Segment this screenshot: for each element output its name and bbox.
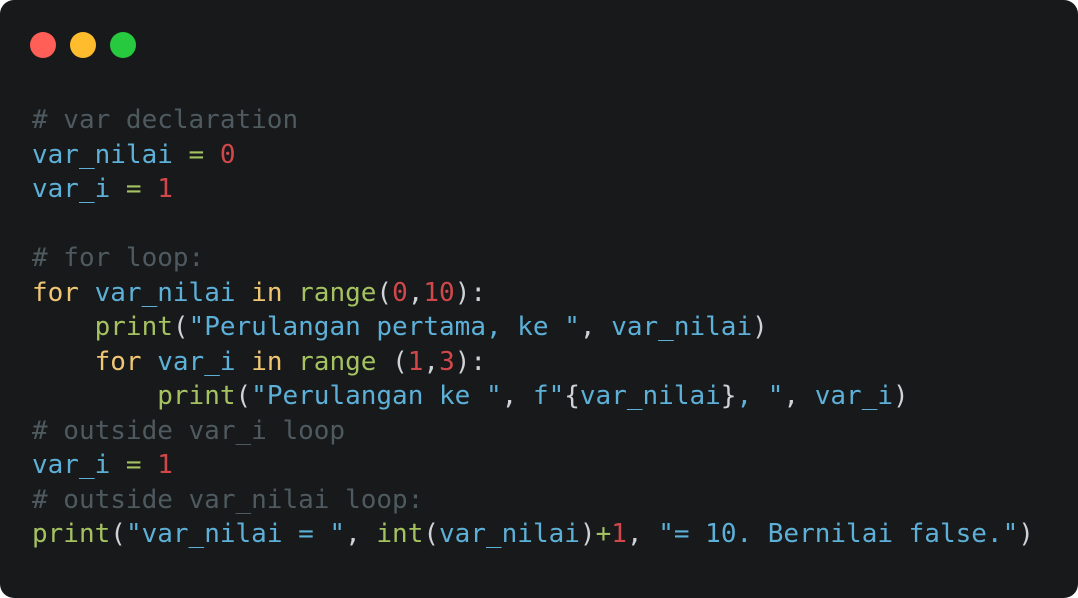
- code-token-identifier: var_nilai: [94, 277, 236, 308]
- code-token-number: 1: [157, 174, 173, 204]
- code-token-string: "= 10. Bernilai false.": [658, 519, 1019, 549]
- code-line: var_i = 1: [32, 172, 1034, 207]
- code-token-punctuation: (: [376, 277, 393, 308]
- code-token-number: 3: [439, 346, 455, 377]
- code-token-punctuation: (: [110, 519, 126, 549]
- code-token-punctuation: ,: [345, 519, 377, 549]
- code-token-punctuation: ): [752, 312, 768, 342]
- code-token-function: int: [376, 519, 424, 549]
- code-token-punctuation: [283, 347, 299, 377]
- code-token-comment: # outside var_i loop: [32, 415, 346, 446]
- code-token-string: , ": [736, 381, 784, 411]
- code-line: # outside var_nilai loop:: [32, 483, 1034, 518]
- minimize-dot-icon[interactable]: [70, 32, 96, 58]
- code-token-function: range: [298, 346, 377, 377]
- maximize-dot-icon[interactable]: [110, 32, 136, 58]
- code-line: print("Perulangan pertama, ke ", var_nil…: [32, 310, 1034, 345]
- code-token-keyword: for: [32, 277, 79, 308]
- code-token-comment: # var declaration: [32, 105, 299, 135]
- code-line: # for loop:: [32, 241, 1034, 276]
- code-block: # var declaration var_nilai = 0 var_i = 1 …: [32, 103, 1034, 552]
- code-token-punctuation: (: [172, 312, 189, 342]
- code-line: for var_nilai in range(0,10):: [32, 276, 1034, 311]
- code-token-punctuation: ): [1018, 519, 1034, 549]
- code-token-punctuation: ,: [423, 346, 440, 377]
- code-token-identifier: var_i: [157, 346, 236, 377]
- code-token-function: print: [157, 381, 236, 411]
- code-token-punctuation: [236, 278, 252, 308]
- code-token-punctuation: {: [564, 381, 580, 411]
- code-line: # outside var_i loop: [32, 414, 1034, 449]
- code-token-number: 0: [219, 139, 236, 170]
- code-token-number: 0: [392, 277, 408, 308]
- code-token-punctuation: (: [423, 519, 440, 549]
- code-token-punctuation: (: [376, 346, 408, 377]
- code-token-comment: # outside var_nilai loop:: [32, 484, 424, 515]
- code-token-operator: +: [595, 519, 612, 549]
- code-token-number: 10: [423, 277, 455, 308]
- code-line: var_nilai = 0: [32, 138, 1034, 173]
- code-token-punctuation: [142, 347, 158, 377]
- code-token-punctuation: ): [893, 381, 909, 411]
- code-token-operator: =: [172, 139, 220, 170]
- close-dot-icon[interactable]: [30, 32, 56, 58]
- code-token-punctuation: }: [720, 381, 737, 411]
- code-token-punctuation: [282, 278, 298, 308]
- code-token-comment: # for loop:: [32, 243, 205, 273]
- code-token-identifier: var_nilai: [611, 312, 753, 342]
- code-line: print("var_nilai = ", int(var_nilai)+1, …: [32, 517, 1034, 552]
- code-token-number: 1: [611, 519, 627, 549]
- code-token-function: range: [298, 277, 377, 308]
- code-token-punctuation: (: [235, 381, 252, 411]
- code-token-punctuation: ): [579, 519, 596, 549]
- code-line: # var declaration: [32, 103, 1034, 138]
- code-token-string: f": [532, 381, 565, 411]
- code-token-string: "Perulangan ke ": [251, 381, 502, 411]
- code-line: var_i = 1: [32, 448, 1034, 483]
- code-token-identifier: var_nilai: [579, 381, 721, 411]
- code-token-punctuation: ):: [454, 277, 487, 308]
- code-token-identifier: var_i: [32, 450, 111, 480]
- code-token-punctuation: [32, 347, 95, 377]
- code-token-function: print: [94, 312, 173, 342]
- code-line: for var_i in range (1,3):: [32, 345, 1034, 380]
- code-token-number: 1: [407, 346, 424, 377]
- code-window: # var declaration var_nilai = 0 var_i = 1 …: [0, 0, 1078, 598]
- code-token-punctuation: ,: [783, 381, 815, 411]
- code-token-function: print: [32, 519, 111, 549]
- code-token-operator: =: [110, 174, 158, 204]
- code-token-punctuation: ,: [501, 381, 533, 411]
- code-token-punctuation: ,: [626, 519, 659, 549]
- code-token-punctuation: ):: [454, 346, 487, 377]
- code-token-keyword: in: [251, 346, 283, 377]
- code-token-punctuation: [236, 347, 252, 377]
- code-token-string: "Perulangan pertama, ke ": [188, 312, 580, 342]
- code-token-identifier: var_nilai: [439, 519, 580, 549]
- code-token-punctuation: [79, 278, 95, 308]
- code-token-keyword: in: [251, 277, 283, 308]
- code-token-operator: =: [110, 450, 158, 480]
- code-token-string: "var_nilai = ": [125, 519, 346, 549]
- code-line: print("Perulangan ke ", f"{var_nilai}, "…: [32, 379, 1034, 414]
- code-token-identifier: var_i: [32, 174, 111, 204]
- code-token-number: 1: [157, 450, 173, 480]
- code-token-punctuation: ,: [579, 312, 612, 342]
- code-token-punctuation: [32, 312, 95, 342]
- code-token-punctuation: ,: [407, 277, 424, 308]
- code-token-identifier: var_nilai: [32, 139, 173, 170]
- code-token-punctuation: [32, 381, 157, 411]
- code-token-keyword: for: [94, 346, 142, 377]
- code-token-identifier: var_i: [814, 381, 894, 411]
